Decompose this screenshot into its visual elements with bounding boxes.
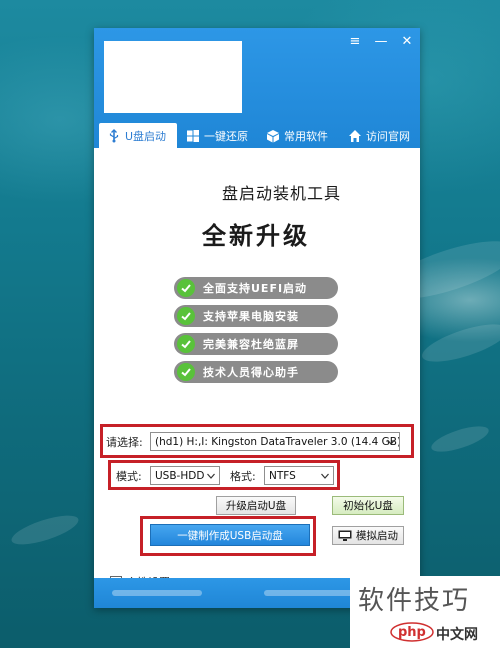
window-header: ≡ — ✕ U盘启动 一键还原 常用软件 访问官网 [94,28,420,148]
tab-one-key-restore[interactable]: 一键还原 [186,123,266,148]
format-label: 格式: [230,470,256,483]
check-icon [177,279,195,297]
feature-item: 全面支持UEFI启动 [174,277,338,299]
monitor-icon [338,530,352,541]
format-select-value: NTFS [269,470,296,482]
close-icon[interactable]: ✕ [398,34,416,50]
page-subtitle: 全新升级 [202,222,310,250]
feature-label: 完美兼容杜绝蓝屏 [203,338,299,351]
tab-usb-boot-label: U盘启动 [125,129,167,143]
watermark-site: 中文网 [436,627,478,643]
simulate-boot-label: 模拟启动 [356,530,398,542]
mode-select[interactable]: USB-HDD [150,466,220,485]
feature-label: 技术人员得心助手 [203,366,299,379]
device-label: 请选择: [106,436,143,449]
format-select[interactable]: NTFS [264,466,334,485]
check-icon [177,335,195,353]
usb-icon [109,128,119,142]
check-icon [177,363,195,381]
watermark-logo: php [398,625,426,640]
chevron-down-icon [386,433,396,450]
tab-common-software-label: 常用软件 [284,129,328,143]
mode-label: 模式: [116,470,142,483]
tab-usb-boot[interactable]: U盘启动 [99,123,177,148]
watermark: 软件技巧 php 中文网 [350,576,500,648]
page-title: 盘启动装机工具 [222,184,342,203]
minimize-icon[interactable]: — [372,34,390,50]
simulate-boot-button[interactable]: 模拟启动 [332,526,404,545]
cube-icon [267,129,279,142]
home-icon [349,129,361,142]
tab-bar: U盘启动 一键还原 常用软件 访问官网 [94,123,420,148]
brand-placeholder [122,170,224,212]
make-usb-boot-button[interactable]: 一键制作成USB启动盘 [150,524,310,546]
feature-label: 支持苹果电脑安装 [203,310,299,323]
check-icon [177,307,195,325]
chevron-down-icon [206,467,216,484]
device-select[interactable]: (hd1) H:,I: Kingston DataTraveler 3.0 (1… [150,432,400,451]
tab-one-key-restore-label: 一键还原 [204,129,248,143]
init-usb-button[interactable]: 初始化U盘 [332,496,404,515]
device-select-value: (hd1) H:,I: Kingston DataTraveler 3.0 (1… [155,436,400,448]
menu-icon[interactable]: ≡ [346,34,364,50]
windows-icon [187,129,199,142]
app-window: ≡ — ✕ U盘启动 一键还原 常用软件 访问官网 盘启动装机工具 全新升级 全… [94,28,420,608]
mode-select-value: USB-HDD [155,470,205,482]
tab-common-software[interactable]: 常用软件 [266,123,346,148]
tab-visit-website-label: 访问官网 [366,129,410,143]
feature-item: 完美兼容杜绝蓝屏 [174,333,338,355]
upgrade-usb-button[interactable]: 升级启动U盘 [216,496,296,515]
watermark-text: 软件技巧 [358,586,471,616]
feature-item: 技术人员得心助手 [174,361,338,383]
logo-placeholder [104,41,242,113]
feature-item: 支持苹果电脑安装 [174,305,338,327]
chevron-down-icon [320,467,330,484]
tab-visit-website[interactable]: 访问官网 [348,123,420,148]
feature-label: 全面支持UEFI启动 [203,282,308,295]
main-panel: 盘启动装机工具 全新升级 全面支持UEFI启动 支持苹果电脑安装 完美兼容杜绝蓝… [94,148,420,589]
